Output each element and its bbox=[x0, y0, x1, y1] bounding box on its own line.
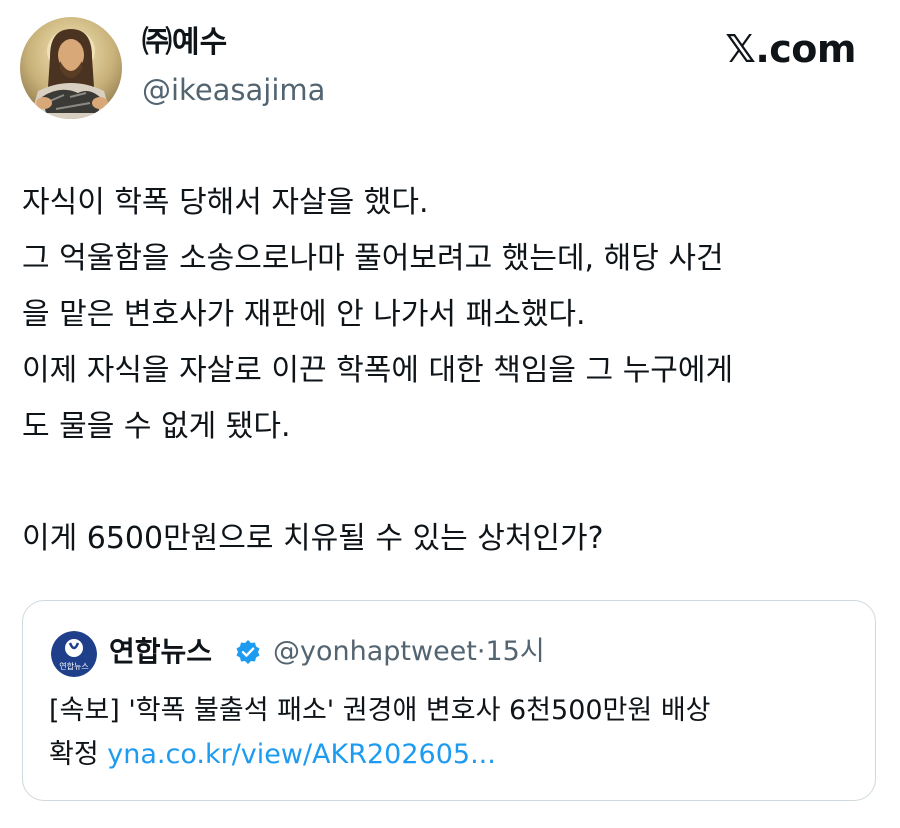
article-link[interactable]: yna.co.kr/view/AKR202605... bbox=[107, 739, 496, 770]
quoted-tweet-card[interactable]: 연합뉴스 연합뉴스 @yonhaptweet·15시 [속보] '학폭 불출석 … bbox=[22, 600, 876, 801]
quoted-text-prefix: 확정 bbox=[49, 739, 108, 770]
tweet-line: 이제 자식을 자살로 이끈 학폭에 대한 책임을 그 누구에게 bbox=[22, 353, 734, 388]
quoted-author-name[interactable]: 연합뉴스 bbox=[109, 632, 212, 672]
jesus-portrait-avatar bbox=[20, 17, 122, 119]
tweet-line: 도 물을 수 없게 됐다. bbox=[22, 409, 291, 444]
quoted-author-avatar[interactable]: 연합뉴스 bbox=[51, 631, 97, 677]
x-com-logo: 𝕏.com bbox=[725, 27, 856, 71]
quoted-text-line: [속보] '학폭 불출석 패소' 권경애 변호사 6천500만원 배상 bbox=[49, 695, 711, 726]
author-avatar[interactable] bbox=[20, 17, 122, 119]
author-display-name[interactable]: ㈜예수 bbox=[142, 23, 227, 63]
tweet-line: 그 억울함을 소송으로나마 풀어보려고 했는데, 해당 사건 bbox=[22, 241, 724, 276]
quoted-author-handle[interactable]: @yonhaptweet bbox=[273, 636, 477, 667]
yonhap-logo-icon: 연합뉴스 bbox=[51, 631, 97, 677]
quoted-meta: @yonhaptweet·15시 bbox=[273, 632, 545, 672]
quoted-text-line: 확정 yna.co.kr/view/AKR202605... bbox=[49, 733, 849, 777]
quoted-timestamp[interactable]: 15시 bbox=[485, 636, 544, 667]
verified-badge-icon bbox=[236, 640, 260, 664]
tweet-line: 이게 6500만원으로 치유될 수 있는 상처인가? bbox=[22, 521, 604, 556]
tweet-line: 을 맡은 변호사가 재판에 안 나가서 패소했다. bbox=[22, 297, 586, 332]
author-handle[interactable]: @ikeasajima bbox=[142, 70, 325, 110]
tweet-line: 자식이 학폭 당해서 자살을 했다. bbox=[22, 185, 429, 220]
yonhap-logo-text: 연합뉴스 bbox=[59, 662, 88, 671]
quoted-tweet-text: [속보] '학폭 불출석 패소' 권경애 변호사 6천500만원 배상 확정 y… bbox=[49, 689, 849, 777]
tweet-text: 자식이 학폭 당해서 자살을 했다. 그 억울함을 소송으로나마 풀어보려고 했… bbox=[22, 175, 882, 567]
